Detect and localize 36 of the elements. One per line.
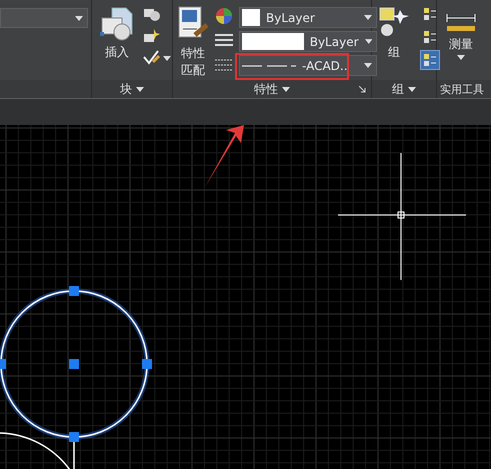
color-wheel-icon bbox=[215, 7, 233, 25]
attribute-check-icon[interactable] bbox=[142, 50, 160, 66]
property-dropdown[interactable]: -ACAD.. bbox=[239, 55, 377, 76]
crosshair-cursor-icon bbox=[338, 152, 466, 280]
property-dropdown[interactable]: ByLayer bbox=[239, 7, 377, 28]
ruler-icon bbox=[445, 12, 477, 34]
linetype-icon bbox=[215, 57, 233, 73]
panel-title: 组 bbox=[392, 80, 404, 98]
dialog-launcher-icon[interactable] bbox=[359, 86, 366, 92]
match-properties-button[interactable]: 特性 匹配 bbox=[177, 5, 209, 80]
dashed-line-icon bbox=[242, 64, 296, 68]
panel-title: 特性 bbox=[254, 80, 278, 98]
panel-title: 实用工具 bbox=[440, 82, 484, 96]
measure-button[interactable]: 测量 bbox=[445, 12, 477, 80]
caret-icon bbox=[364, 63, 372, 68]
dropdown-field[interactable] bbox=[0, 8, 88, 28]
panel-title: 块 bbox=[120, 80, 132, 98]
caret-icon bbox=[364, 15, 372, 20]
insert-button[interactable]: 插入 bbox=[100, 6, 134, 80]
caret-icon bbox=[163, 56, 171, 60]
caret-icon bbox=[457, 55, 465, 60]
arrow-drawing bbox=[205, 125, 244, 187]
caret-icon bbox=[136, 86, 144, 92]
caret-icon bbox=[282, 86, 290, 92]
caret-icon bbox=[75, 16, 83, 20]
block-edit-icon[interactable] bbox=[142, 28, 160, 44]
lineweight-bar-icon bbox=[242, 33, 304, 50]
insert-block-icon bbox=[100, 6, 134, 42]
lineweight-icon bbox=[215, 33, 233, 49]
color-swatch-icon bbox=[242, 9, 260, 26]
caret-icon bbox=[364, 39, 372, 44]
group-button[interactable]: 组 bbox=[378, 4, 410, 80]
caret-icon bbox=[408, 86, 416, 92]
arc-drawing bbox=[0, 432, 71, 469]
block-shapes-icon[interactable] bbox=[142, 6, 160, 22]
property-dropdown[interactable]: ByLayer bbox=[239, 31, 377, 52]
